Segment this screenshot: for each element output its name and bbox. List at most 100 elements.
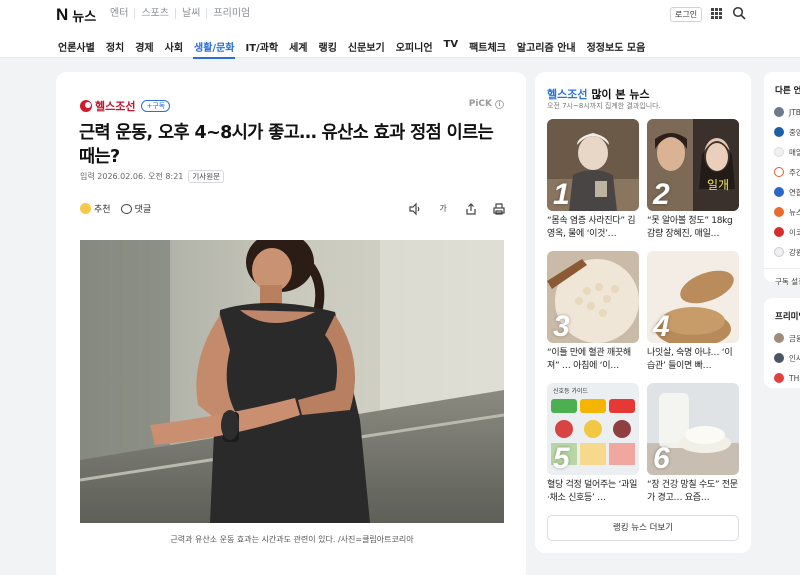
other-press-item[interactable]: 강원 bbox=[764, 242, 800, 262]
other-press-label: 주간 bbox=[789, 167, 800, 177]
service-link-sports[interactable]: 스포츠 bbox=[134, 8, 175, 19]
press-logo-icon bbox=[774, 247, 784, 257]
search-icon[interactable] bbox=[732, 6, 746, 20]
ranking-card: 헬스조선 많이 본 뉴스 오전 7시~8시까지 집계한 결과입니다. 1 “몸속… bbox=[535, 72, 751, 553]
photo-caption: 근력과 유산소 운동 효과는 시간과도 관련이 있다. /사진=클립아트코리아 bbox=[170, 535, 414, 544]
font-size-icon[interactable]: 가 bbox=[436, 202, 450, 216]
thumbnail-label: 신호등 가이드 bbox=[553, 387, 589, 395]
logo-n: N bbox=[56, 5, 69, 24]
print-icon[interactable] bbox=[492, 202, 506, 216]
other-press-item[interactable]: 연합 bbox=[764, 182, 800, 202]
comment-icon bbox=[120, 203, 132, 214]
top-header: N 뉴스 엔터 스포츠 날씨 프리미엄 로그인 언론사별 정치 경제 사회 생활… bbox=[0, 0, 800, 59]
service-link-premium[interactable]: 프리미엄 bbox=[206, 8, 256, 19]
grid-icon[interactable] bbox=[711, 8, 722, 19]
rank-number: 2 bbox=[653, 178, 670, 211]
ranking-item[interactable]: 신호등 가이드 5 혈당 걱정 덜어주는 ‘과일·채소 신호등’ … bbox=[547, 383, 639, 505]
premium-item[interactable]: THE bbox=[764, 368, 800, 388]
press-logo-icon[interactable] bbox=[80, 100, 92, 112]
nav-item-factcheck[interactable]: 팩트체크 bbox=[469, 39, 506, 54]
nav-item-corrections[interactable]: 정정보도 모음 bbox=[587, 39, 646, 54]
ranking-subtitle: 오전 7시~8시까지 집계한 결과입니다. bbox=[547, 102, 661, 110]
premium-item[interactable]: 인사 bbox=[764, 348, 800, 368]
premium-title: 프리미엄 bbox=[775, 312, 800, 322]
nav-item-society[interactable]: 사회 bbox=[165, 39, 183, 54]
other-press-label: 연합 bbox=[789, 187, 800, 197]
other-press-label: 강원 bbox=[789, 247, 800, 257]
other-press-item[interactable]: 이코 bbox=[764, 222, 800, 242]
ranking-item[interactable]: 일개 2 “못 알아볼 정도” 18kg 감량 장혜진, 매일… bbox=[647, 119, 739, 241]
ranking-headline: “장 건강 망칠 수도” 전문가 경고… 요즘… bbox=[647, 480, 738, 503]
ranking-headline: “몸속 염증 사라진다” 김영옥, 물에 ‘이것’… bbox=[547, 216, 636, 239]
subscribe-button[interactable]: +구독 bbox=[141, 100, 171, 112]
more-ranking-button[interactable]: 랭킹 뉴스 더보기 bbox=[547, 515, 739, 541]
comment-button[interactable]: 댓글 bbox=[120, 202, 152, 215]
press-logo-icon bbox=[774, 127, 784, 137]
rank-number: 5 bbox=[553, 442, 570, 475]
avatar bbox=[774, 373, 784, 383]
ranking-item[interactable]: 6 “장 건강 망칠 수도” 전문가 경고… 요즘… bbox=[647, 383, 739, 505]
premium-item[interactable]: 금융 bbox=[764, 328, 800, 348]
rank-number: 1 bbox=[553, 178, 570, 211]
premium-label: 인사 bbox=[789, 353, 800, 363]
ranking-headline: 혈당 걱정 덜어주는 ‘과일·채소 신호등’ … bbox=[547, 480, 638, 503]
smile-icon bbox=[80, 203, 91, 214]
nav-item-press[interactable]: 언론사별 bbox=[58, 39, 95, 54]
nav-item-life-culture[interactable]: 생활/문화 bbox=[193, 39, 236, 59]
naver-news-logo[interactable]: N 뉴스 bbox=[56, 5, 96, 25]
nav-item-tv[interactable]: TV bbox=[444, 39, 459, 54]
ranking-press[interactable]: 헬스조선 bbox=[547, 88, 587, 101]
ranking-thumbnail: 4 bbox=[647, 251, 739, 343]
rank-number: 6 bbox=[653, 442, 670, 475]
other-press-label: JTBC bbox=[789, 107, 800, 117]
other-press-item[interactable]: 뉴스 bbox=[764, 202, 800, 222]
press-logo-icon bbox=[774, 187, 784, 197]
avatar bbox=[774, 333, 784, 343]
ranking-thumbnail: 1 bbox=[547, 119, 639, 211]
other-press-item[interactable]: 매일 bbox=[764, 142, 800, 162]
service-link-entertainment[interactable]: 엔터 bbox=[104, 8, 134, 19]
ranking-headline: 나잇살, 숙명 아냐… ‘이 습관’ 들이면 빠… bbox=[647, 348, 733, 371]
recommend-label: 추천 bbox=[94, 205, 111, 215]
share-icon[interactable] bbox=[464, 202, 478, 216]
recommend-button[interactable]: 추천 bbox=[80, 202, 111, 215]
premium-label: THE bbox=[789, 373, 800, 383]
other-press-title: 다른 언론사 bbox=[775, 86, 800, 96]
other-press-item[interactable]: 중앙 bbox=[764, 122, 800, 142]
nav-item-world[interactable]: 세계 bbox=[289, 39, 307, 54]
nav-item-economy[interactable]: 경제 bbox=[135, 39, 153, 54]
login-button[interactable]: 로그인 bbox=[670, 7, 703, 22]
svg-text:일개: 일개 bbox=[707, 178, 729, 192]
other-press-item[interactable]: 주간 bbox=[764, 162, 800, 182]
service-link-weather[interactable]: 날씨 bbox=[175, 8, 206, 19]
article-headline: 근력 운동, 오후 4~8시가 좋고… 유산소 효과 정점 이르는 때는? bbox=[79, 123, 494, 167]
nav-item-algorithm[interactable]: 알고리즘 안내 bbox=[517, 39, 576, 54]
press-name[interactable]: 헬스조선 bbox=[95, 98, 135, 114]
press-info: 헬스조선 +구독 bbox=[80, 98, 171, 114]
info-icon[interactable]: i bbox=[495, 99, 504, 109]
nav-item-opinion[interactable]: 오피니언 bbox=[396, 39, 433, 54]
comment-label: 댓글 bbox=[134, 205, 152, 215]
published-date: 입력 2026.02.06. 오전 8:21 bbox=[80, 172, 184, 181]
nav-item-newspaper[interactable]: 신문보기 bbox=[348, 39, 385, 54]
other-press-panel: 다른 언론사 JTBC 중앙 매일 주간 연합 뉴스 이코 강원 구독 설정 bbox=[764, 72, 800, 286]
nav-item-ranking[interactable]: 랭킹 bbox=[319, 39, 337, 54]
article-card: 헬스조선 +구독 PiCK i 근력 운동, 오후 4~8시가 좋고… 유산소 … bbox=[56, 72, 526, 575]
nav-item-it-science[interactable]: IT/과학 bbox=[245, 39, 278, 54]
ranking-thumbnail: 일개 2 bbox=[647, 119, 739, 211]
nav-item-politics[interactable]: 정치 bbox=[106, 39, 124, 54]
speaker-icon[interactable] bbox=[408, 202, 422, 216]
pick-label: PiCK bbox=[468, 99, 492, 109]
ranking-item[interactable]: 4 나잇살, 숙명 아냐… ‘이 습관’ 들이면 빠… bbox=[647, 251, 739, 373]
premium-panel: 프리미엄 금융 인사 THE bbox=[764, 298, 800, 388]
original-article-button[interactable]: 기사원문 bbox=[188, 170, 224, 183]
other-press-label: 중앙 bbox=[789, 127, 800, 137]
other-press-item[interactable]: JTBC bbox=[764, 102, 800, 122]
press-logo-icon bbox=[774, 107, 784, 117]
ranking-item[interactable]: 1 “몸속 염증 사라진다” 김영옥, 물에 ‘이것’… bbox=[547, 119, 639, 241]
subscription-settings[interactable]: 구독 설정 bbox=[764, 269, 800, 293]
other-press-label: 매일 bbox=[789, 147, 800, 157]
ranking-thumbnail: 6 bbox=[647, 383, 739, 475]
ranking-item[interactable]: 3 “이틀 만에 혈관 깨끗해져” … 아침에 ‘이… bbox=[547, 251, 639, 373]
press-logo-icon bbox=[774, 147, 784, 157]
